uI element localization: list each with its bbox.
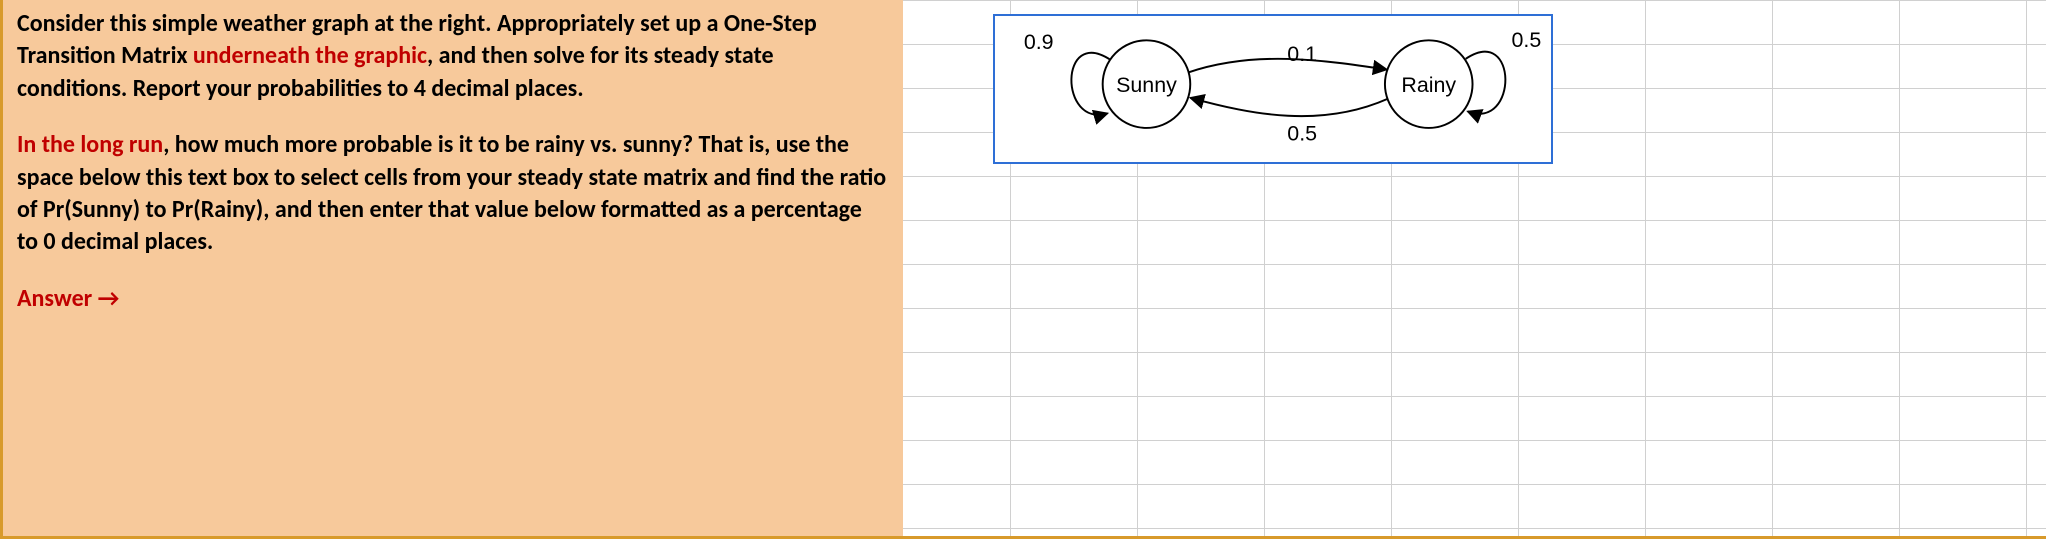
arrow-icon: → (98, 284, 120, 313)
edge-rainy-sunny-label: 0.5 (1287, 122, 1317, 146)
instructions-panel: Consider this simple weather graph at th… (3, 0, 903, 536)
spreadsheet-grid[interactable]: Sunny Rainy 0.9 0.5 0.1 0.5 (903, 0, 2046, 536)
edge-sunny-rainy-label: 0.1 (1287, 42, 1317, 66)
emphasis-text: underneath the graphic (193, 41, 427, 70)
instruction-paragraph-1: Consider this simple weather graph at th… (17, 8, 887, 105)
answer-label: Answer (17, 284, 92, 313)
node-rainy-label: Rainy (1401, 73, 1456, 97)
node-sunny-label: Sunny (1116, 73, 1177, 97)
edge-rainy-sunny (1190, 98, 1388, 116)
page-container: Consider this simple weather graph at th… (0, 0, 2046, 539)
instruction-paragraph-2: In the long run, how much more probable … (17, 129, 887, 259)
emphasis-text: In the long run (17, 130, 163, 159)
answer-prompt: Answer → (17, 283, 887, 315)
markov-diagram-svg: Sunny Rainy 0.9 0.5 0.1 0.5 (995, 16, 1551, 162)
edge-sunny-sunny-label: 0.9 (1024, 30, 1054, 54)
edge-rainy-rainy-label: 0.5 (1511, 28, 1541, 52)
weather-graph-diagram[interactable]: Sunny Rainy 0.9 0.5 0.1 0.5 (993, 14, 1553, 164)
edge-sunny-sunny (1071, 53, 1110, 115)
